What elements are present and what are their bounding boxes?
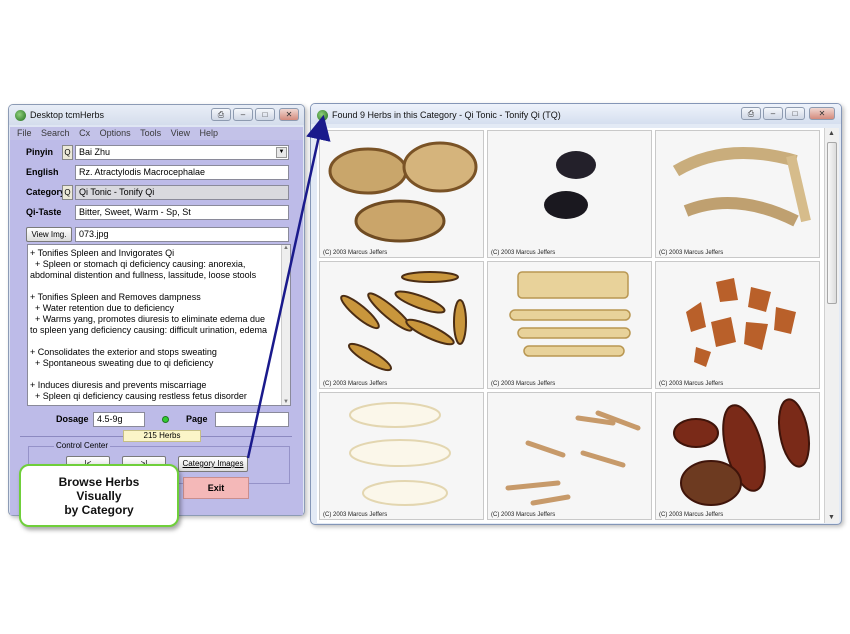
pointer-arrow [246, 114, 331, 459]
